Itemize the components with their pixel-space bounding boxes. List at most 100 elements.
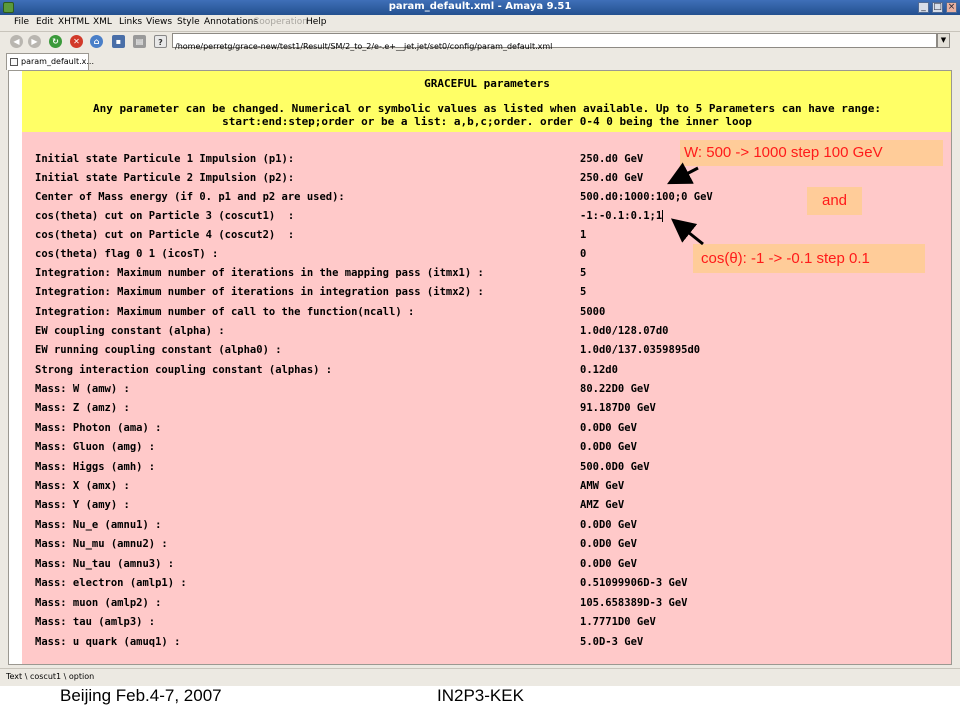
- param-label: Integration: Maximum number of iteration…: [35, 267, 484, 279]
- menu-edit[interactable]: Edit: [36, 17, 53, 27]
- param-value[interactable]: AMZ GeV: [580, 499, 624, 511]
- title-banner: GRACEFUL parameters: [22, 71, 951, 100]
- param-row: Mass: Nu_mu (amnu2) : 0.0D0 GeV: [35, 538, 915, 556]
- menu-cooperation: Cooperation: [253, 17, 309, 27]
- param-label: EW coupling constant (alpha) :: [35, 325, 225, 337]
- param-value[interactable]: 500.0D0 GeV: [580, 461, 650, 473]
- param-value[interactable]: 5.0D-3 GeV: [580, 636, 643, 648]
- menu-annotations[interactable]: Annotations: [204, 17, 258, 27]
- param-row: Mass: u quark (amuq1) : 5.0D-3 GeV: [35, 636, 915, 654]
- param-value[interactable]: 0.0D0 GeV: [580, 538, 637, 550]
- find-icon[interactable]: ?: [154, 35, 167, 48]
- param-label: Mass: Gluon (amg) :: [35, 441, 156, 453]
- tab-bar: [0, 51, 960, 70]
- param-label: Strong interaction coupling constant (al…: [35, 364, 333, 376]
- annotation-and: and: [807, 187, 862, 215]
- footer-left: Beijing Feb.4-7, 2007: [60, 686, 222, 705]
- param-value[interactable]: 5: [580, 267, 586, 279]
- menu-style[interactable]: Style: [177, 17, 200, 27]
- param-label: Mass: Nu_tau (amnu3) :: [35, 558, 175, 570]
- document-icon: [10, 58, 18, 66]
- menu-xhtml[interactable]: XHTML: [58, 17, 89, 27]
- text-caret: [662, 210, 664, 222]
- menu-links[interactable]: Links: [119, 17, 142, 27]
- param-row: EW running coupling constant (alpha0) : …: [35, 344, 915, 362]
- param-value[interactable]: 105.658389D-3 GeV: [580, 597, 687, 609]
- param-value[interactable]: 5: [580, 286, 586, 298]
- tab-param-default[interactable]: param_default.x...: [6, 53, 94, 70]
- param-label: Mass: W (amw) :: [35, 383, 130, 395]
- param-value[interactable]: 0.0D0 GeV: [580, 519, 637, 531]
- maximize-button[interactable]: □: [932, 2, 943, 13]
- param-label: Mass: X (amx) :: [35, 480, 130, 492]
- param-value[interactable]: 0.12d0: [580, 364, 618, 376]
- url-field-container: [172, 33, 937, 53]
- param-row: Initial state Particule 2 Impulsion (p2)…: [35, 172, 915, 190]
- menu-views[interactable]: Views: [146, 17, 172, 27]
- forward-icon[interactable]: ▶: [28, 35, 41, 48]
- annotation-w-range: W: 500 -> 1000 step 100 GeV: [680, 140, 943, 166]
- param-label: cos(theta) cut on Particle 4 (coscut2) :: [35, 229, 295, 241]
- reload-icon[interactable]: ↻: [49, 35, 62, 48]
- param-row: cos(theta) cut on Particle 3 (coscut1) :…: [35, 210, 915, 228]
- param-row: Mass: muon (amlp2) : 105.658389D-3 GeV: [35, 597, 915, 615]
- footer-center: IN2P3-KEK: [437, 686, 524, 705]
- param-row: Mass: electron (amlp1) : 0.51099906D-3 G…: [35, 577, 915, 595]
- close-button[interactable]: ×: [946, 2, 957, 13]
- param-row: Integration: Maximum number of iteration…: [35, 286, 915, 304]
- minimize-button[interactable]: _: [918, 2, 929, 13]
- param-row: Center of Mass energy (if 0. p1 and p2 a…: [35, 191, 915, 209]
- left-panel: [0, 70, 8, 668]
- amaya-window: param_default.xml - Amaya 9.51 _ □ × Fil…: [0, 0, 960, 688]
- param-value[interactable]: 500.d0:1000:100;0 GeV: [580, 191, 713, 203]
- title-bar: param_default.xml - Amaya 9.51 _ □ ×: [0, 0, 960, 15]
- instructions-line-1: Any parameter can be changed. Numerical …: [92, 102, 882, 115]
- param-row: Mass: X (amx) : AMW GeV: [35, 480, 915, 498]
- param-row: Mass: tau (amlp3) : 1.7771D0 GeV: [35, 616, 915, 634]
- param-value[interactable]: 1: [580, 229, 586, 241]
- stop-icon[interactable]: ✕: [70, 35, 83, 48]
- param-label: Mass: Z (amz) :: [35, 402, 130, 414]
- param-value[interactable]: 0.0D0 GeV: [580, 422, 637, 434]
- param-label: Mass: tau (amlp3) :: [35, 616, 156, 628]
- window-title: param_default.xml - Amaya 9.51: [388, 1, 572, 12]
- param-value[interactable]: 1.0d0/137.0359895d0: [580, 344, 700, 356]
- param-label: Mass: Y (amy) :: [35, 499, 130, 511]
- param-row: Mass: Nu_e (amnu1) : 0.0D0 GeV: [35, 519, 915, 537]
- menu-xml[interactable]: XML: [93, 17, 112, 27]
- param-value[interactable]: 0.0D0 GeV: [580, 558, 637, 570]
- param-label: cos(theta) flag 0 1 (icosT) :: [35, 248, 219, 260]
- param-row: EW coupling constant (alpha) : 1.0d0/128…: [35, 325, 915, 343]
- param-label: Mass: Nu_mu (amnu2) :: [35, 538, 168, 550]
- param-value[interactable]: 250.d0 GeV: [580, 172, 643, 184]
- param-label: Initial state Particule 1 Impulsion (p1)…: [35, 153, 295, 165]
- param-value[interactable]: 0.51099906D-3 GeV: [580, 577, 687, 589]
- url-dropdown-icon[interactable]: ▼: [937, 33, 950, 48]
- menu-help[interactable]: Help: [306, 17, 327, 27]
- print-icon[interactable]: ▤: [133, 35, 146, 48]
- param-label: cos(theta) cut on Particle 3 (coscut1) :: [35, 210, 295, 222]
- param-label: Mass: muon (amlp2) :: [35, 597, 162, 609]
- param-value[interactable]: 250.d0 GeV: [580, 153, 643, 165]
- param-value[interactable]: 0: [580, 248, 586, 260]
- menu-file[interactable]: File: [14, 17, 29, 27]
- menu-bar: File Edit XHTML XML Links Views Style An…: [0, 15, 960, 32]
- param-label: Mass: electron (amlp1) :: [35, 577, 187, 589]
- param-value[interactable]: 91.187D0 GeV: [580, 402, 656, 414]
- param-row: Mass: Z (amz) : 91.187D0 GeV: [35, 402, 915, 420]
- param-value-coscut1[interactable]: -1:-0.1:0.1;1: [580, 210, 664, 222]
- param-row: Mass: W (amw) : 80.22D0 GeV: [35, 383, 915, 401]
- param-row: Mass: Nu_tau (amnu3) : 0.0D0 GeV: [35, 558, 915, 576]
- param-value[interactable]: 1.0d0/128.07d0: [580, 325, 669, 337]
- param-value[interactable]: 80.22D0 GeV: [580, 383, 650, 395]
- param-label: Mass: Higgs (amh) :: [35, 461, 156, 473]
- save-icon[interactable]: ▪: [112, 35, 125, 48]
- param-label: Mass: Photon (ama) :: [35, 422, 162, 434]
- home-icon[interactable]: ⌂: [90, 35, 103, 48]
- param-value[interactable]: 1.7771D0 GeV: [580, 616, 656, 628]
- param-value[interactable]: 0.0D0 GeV: [580, 441, 637, 453]
- back-icon[interactable]: ◀: [10, 35, 23, 48]
- param-value[interactable]: AMW GeV: [580, 480, 624, 492]
- tab-label: param_default.x...: [21, 57, 95, 66]
- param-value[interactable]: 5000: [580, 306, 605, 318]
